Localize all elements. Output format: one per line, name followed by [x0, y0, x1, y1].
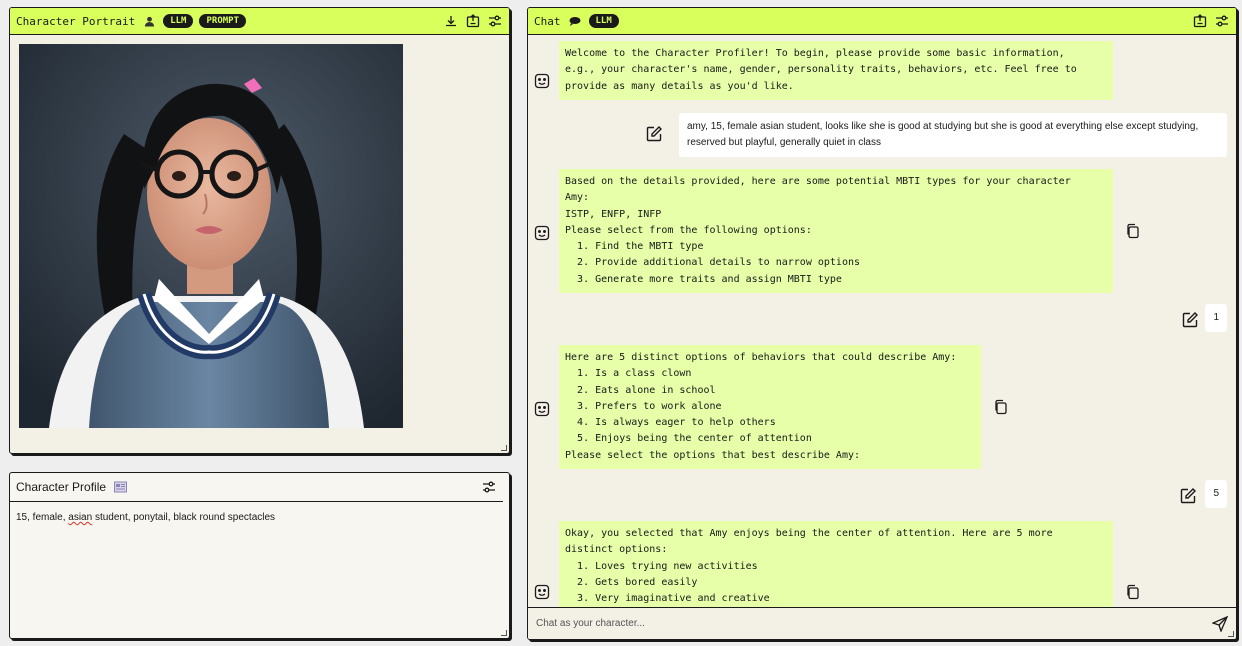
portrait-panel-header: Character Portrait LLM PROMPT: [10, 8, 509, 35]
bot-smiley-icon: [534, 584, 550, 600]
profile-text-end: student, ponytail, black round spectacle…: [92, 512, 276, 523]
character-portrait-image: [19, 44, 403, 428]
chat-panel-title: Chat: [534, 14, 561, 28]
portrait-panel-title: Character Portrait: [16, 14, 136, 28]
chat-message-list[interactable]: Welcome to the Character Profiler! To be…: [528, 36, 1236, 607]
edit-icon[interactable]: [645, 125, 663, 143]
llm-tag: LLM: [588, 14, 619, 28]
edit-icon[interactable]: [1181, 311, 1199, 329]
bot-smiley-icon: [534, 225, 550, 241]
resize-handle[interactable]: [1228, 631, 1234, 637]
resize-handle[interactable]: [501, 445, 507, 451]
newspaper-icon: [112, 479, 128, 495]
download-icon[interactable]: [443, 13, 459, 29]
send-icon[interactable]: [1212, 615, 1228, 632]
export-icon[interactable]: [1192, 13, 1208, 29]
character-portrait-panel: Character Portrait LLM PROMPT: [9, 7, 510, 454]
profile-text-misspelled-word: asian: [68, 512, 93, 523]
user-message: 5: [1205, 480, 1227, 508]
user-message: amy, 15, female asian student, looks lik…: [679, 113, 1227, 157]
profile-panel-title: Character Profile: [16, 480, 107, 494]
bot-message: Okay, you selected that Amy enjoys being…: [559, 521, 1113, 607]
person-icon: [141, 13, 157, 29]
export-icon[interactable]: [465, 13, 481, 29]
copy-icon[interactable]: [1125, 584, 1141, 600]
llm-tag: LLM: [163, 14, 194, 28]
prompt-tag: PROMPT: [199, 14, 246, 28]
bot-smiley-icon: [534, 73, 550, 89]
character-profile-panel: Character Profile 15, female, asian stud…: [9, 472, 510, 639]
chat-input[interactable]: [536, 618, 1212, 629]
copy-icon[interactable]: [993, 399, 1009, 415]
chat-input-bar: [528, 607, 1236, 639]
profile-text-start: 15, female,: [16, 512, 69, 523]
settings-sliders-icon[interactable]: [481, 479, 497, 495]
chat-panel-header: Chat LLM: [528, 8, 1236, 35]
chat-panel: Chat LLM Welcome to the Character Profil…: [527, 7, 1237, 640]
user-message: 1: [1205, 304, 1227, 332]
bot-smiley-icon: [534, 401, 550, 417]
resize-handle[interactable]: [501, 630, 507, 636]
bot-message: Here are 5 distinct options of behaviors…: [559, 345, 981, 470]
bot-message: Welcome to the Character Profiler! To be…: [559, 41, 1113, 100]
settings-sliders-icon[interactable]: [1214, 13, 1230, 29]
speech-bubble-icon: [567, 13, 583, 29]
settings-sliders-icon[interactable]: [487, 13, 503, 29]
bot-message: Based on the details provided, here are …: [559, 169, 1113, 294]
profile-panel-header: Character Profile: [10, 473, 503, 502]
profile-text-area[interactable]: 15, female, asian student, ponytail, bla…: [10, 502, 509, 533]
copy-icon[interactable]: [1125, 223, 1141, 239]
edit-icon[interactable]: [1179, 487, 1197, 505]
